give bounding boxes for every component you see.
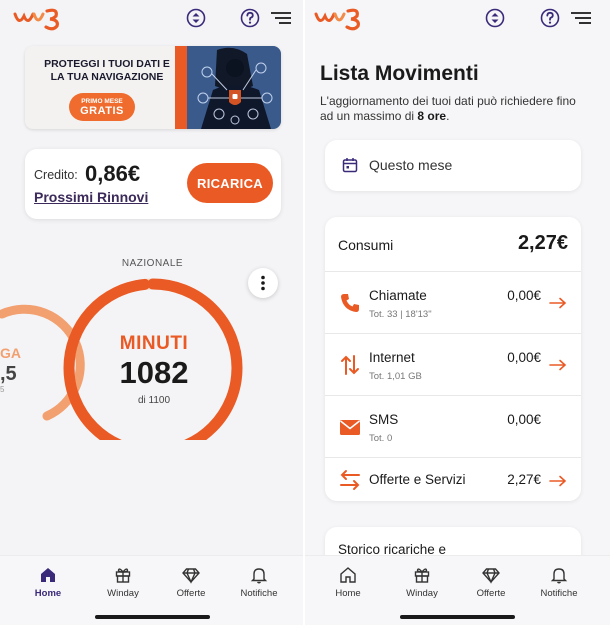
page-subtitle: L'aggiornamento dei tuoi dati può richie… xyxy=(320,94,590,124)
credit-label: Credito: xyxy=(34,168,78,182)
nav-home[interactable]: Home xyxy=(313,566,383,599)
gauge-title: MINUTI xyxy=(119,333,189,354)
home-icon xyxy=(41,568,55,582)
phone-icon xyxy=(341,294,359,312)
nav-offerte-label: Offerte xyxy=(476,588,506,599)
prev-gauge-label: GA xyxy=(0,345,21,361)
nav-offerte[interactable]: Offerte xyxy=(156,566,226,599)
row-calls[interactable]: Chiamate Tot. 33 | 18'13" 0,00€ xyxy=(325,272,581,334)
subtitle-bold: 8 ore xyxy=(417,109,447,123)
nav-notifiche[interactable]: Notifiche xyxy=(224,566,294,599)
pill-small-text: PRIMO MESE xyxy=(81,98,123,105)
home-icon xyxy=(340,567,356,583)
gift-icon xyxy=(414,568,430,583)
row-offers[interactable]: Offerte e Servizi 2,27€ xyxy=(325,458,581,501)
swap-icon xyxy=(340,470,360,490)
prev-gauge-sub: 5 xyxy=(0,385,5,394)
wind3-logo[interactable] xyxy=(313,6,369,32)
row-calls-meta: Tot. 33 | 18'13" xyxy=(369,309,432,320)
bottom-nav: Home Winday Offerte Notifiche xyxy=(305,555,610,625)
bell-icon xyxy=(250,568,268,584)
row-internet-meta: Tot. 1,01 GB xyxy=(369,371,422,382)
home-indicator xyxy=(95,615,210,619)
period-label: Questo mese xyxy=(369,157,453,173)
nav-offerte[interactable]: Offerte xyxy=(456,566,526,599)
period-selector[interactable]: Questo mese xyxy=(325,140,581,191)
diamond-icon xyxy=(182,568,200,584)
help-icon[interactable] xyxy=(240,8,260,28)
nav-winday[interactable]: Winday xyxy=(88,566,158,599)
nav-offerte-label: Offerte xyxy=(176,588,206,599)
consumption-card: Consumi 2,27€ Chiamate Tot. 33 | 18'13" … xyxy=(325,217,581,501)
row-sms-name: SMS xyxy=(369,412,399,427)
row-internet-name: Internet xyxy=(369,350,415,365)
top-bar xyxy=(305,0,610,40)
nav-winday[interactable]: Winday xyxy=(387,566,457,599)
nav-notifiche[interactable]: Notifiche xyxy=(524,566,594,599)
subtitle-end: . xyxy=(446,109,450,123)
promo-banner[interactable]: PROTEGGI I TUOI DATI E LA TUA NAVIGAZION… xyxy=(25,46,281,129)
top-bar xyxy=(0,0,305,40)
menu-icon[interactable] xyxy=(570,8,592,28)
nav-home-label: Home xyxy=(335,588,361,599)
consumption-header: Consumi 2,27€ xyxy=(325,217,581,272)
arrow-right-icon xyxy=(549,297,567,309)
row-calls-amount: 0,00€ xyxy=(507,288,541,303)
sort-icon[interactable] xyxy=(186,8,206,28)
banner-cta-pill[interactable]: PRIMO MESE GRATIS xyxy=(69,93,135,121)
sort-icon[interactable] xyxy=(485,8,505,28)
page-title: Lista Movimenti xyxy=(320,62,479,85)
menu-icon[interactable] xyxy=(270,8,292,28)
more-vertical-icon xyxy=(261,275,265,291)
banner-text: PROTEGGI I TUOI DATI E LA TUA NAVIGAZION… xyxy=(44,58,170,83)
home-indicator xyxy=(400,615,515,619)
credit-card: Credito: 0,86€ Prossimi Rinnovi RICARICA xyxy=(25,149,281,219)
help-icon[interactable] xyxy=(540,8,560,28)
data-transfer-icon xyxy=(341,355,359,375)
gauge-subtitle: di 1100 xyxy=(137,395,171,406)
arrow-right-icon xyxy=(549,359,567,371)
row-offers-amount: 2,27€ xyxy=(507,472,541,487)
more-options-button[interactable] xyxy=(248,268,278,298)
pill-big-text: GRATIS xyxy=(80,105,124,117)
next-renewals-link[interactable]: Prossimi Rinnovi xyxy=(34,189,148,205)
nav-winday-label: Winday xyxy=(107,588,139,599)
hacker-illustration xyxy=(175,46,281,129)
nav-notifiche-label: Notifiche xyxy=(540,588,578,599)
bottom-nav: Home Winday Offerte Notifiche xyxy=(0,555,305,625)
gauge-value: 1082 xyxy=(119,355,189,390)
prev-gauge-value: ,5 xyxy=(0,363,17,385)
row-sms-amount: 0,00€ xyxy=(507,412,541,427)
arrow-right-icon xyxy=(549,475,567,487)
bell-icon xyxy=(550,568,568,584)
consumption-total: 2,27€ xyxy=(517,232,568,254)
row-offers-name: Offerte e Servizi xyxy=(369,472,466,487)
recharge-button[interactable]: RICARICA xyxy=(187,163,273,203)
gift-icon xyxy=(115,568,131,583)
row-sms-meta: Tot. 0 xyxy=(369,433,393,444)
row-calls-name: Chiamate xyxy=(369,288,427,303)
nav-home[interactable]: Home xyxy=(13,566,83,599)
calendar-icon xyxy=(342,158,358,173)
consumption-label: Consumi xyxy=(338,237,394,253)
credit-value: 0,86€ xyxy=(85,161,141,186)
row-sms[interactable]: SMS Tot. 0 0,00€ xyxy=(325,396,581,458)
diamond-icon xyxy=(482,568,500,584)
nav-home-label: Home xyxy=(34,588,62,599)
nav-winday-label: Winday xyxy=(406,588,438,599)
home-screen: PROTEGGI I TUOI DATI E LA TUA NAVIGAZION… xyxy=(0,0,305,625)
row-internet[interactable]: Internet Tot. 1,01 GB 0,00€ xyxy=(325,334,581,396)
row-internet-amount: 0,00€ xyxy=(507,350,541,365)
nav-notifiche-label: Notifiche xyxy=(240,588,278,599)
transactions-screen: Lista Movimenti L'aggiornamento dei tuoi… xyxy=(305,0,610,625)
envelope-icon xyxy=(340,420,360,435)
wind3-logo[interactable] xyxy=(12,6,68,32)
